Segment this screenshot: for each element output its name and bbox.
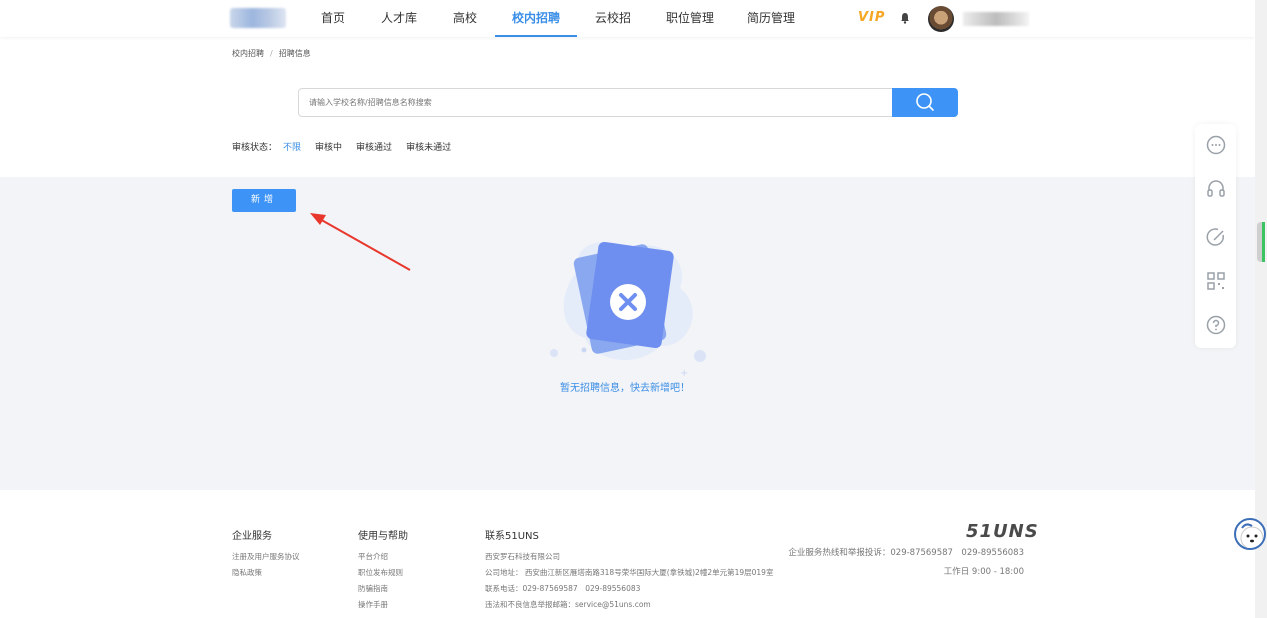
breadcrumb-item-recruit-info: 招聘信息 <box>278 49 311 58</box>
footer-link-privacy-policy[interactable]: 隐私政策 <box>232 567 262 578</box>
filter-option-all[interactable]: 不限 <box>283 143 301 153</box>
annotation-arrow-icon <box>310 213 411 271</box>
user-name[interactable] <box>963 12 1029 26</box>
filter-label: 审核状态： <box>232 143 278 153</box>
footer-link-anti-fraud[interactable]: 防骗指南 <box>358 583 388 594</box>
footer-company-name: 西安罗石科技有限公司 <box>485 552 560 561</box>
nav-item-cloud-recruit[interactable]: 云校招 <box>592 0 634 37</box>
empty-state-illustration: + <box>550 241 706 378</box>
footer-hotline: 企业服务热线和举报投诉：029-87569587 029-89556083 <box>788 548 1024 558</box>
brand-logo: 51UNS <box>966 521 1039 542</box>
side-toolbar <box>1195 124 1236 348</box>
filter-option-rejected[interactable]: 审核未通过 <box>406 143 451 153</box>
empty-state-text: 暂无招聘信息，快去新增吧！ <box>560 383 690 394</box>
qrcode-icon[interactable] <box>1205 270 1227 292</box>
footer-title-help: 使用与帮助 <box>358 531 408 542</box>
footer-company-address: 公司地址： 西安曲江新区雁塔南路318号荣华国际大厦(拿铁城)2幢2单元第19层… <box>485 568 774 577</box>
review-status-filter: 审核状态： 不限 审核中 审核通过 审核未通过 <box>232 140 465 153</box>
footer-title-enterprise-service: 企业服务 <box>232 531 272 542</box>
nav-item-universities[interactable]: 高校 <box>448 0 482 37</box>
top-nav: 首页 人才库 高校 校内招聘 云校招 职位管理 简历管理 VIP <box>0 0 1255 37</box>
help-icon[interactable] <box>1205 314 1227 336</box>
footer-phone: 联系电话：029-87569587 029-89556083 <box>485 584 641 593</box>
vip-badge[interactable]: VIP <box>858 10 885 25</box>
scroll-indicator <box>1262 222 1265 262</box>
avatar[interactable] <box>928 6 954 32</box>
headset-icon[interactable] <box>1205 178 1227 200</box>
breadcrumb-separator: / <box>270 49 273 58</box>
nav-item-talent-pool[interactable]: 人才库 <box>378 0 420 37</box>
filter-option-reviewing[interactable]: 审核中 <box>315 143 342 153</box>
logo[interactable] <box>230 8 286 28</box>
breadcrumb: 校内招聘 / 招聘信息 <box>232 48 311 59</box>
add-button[interactable]: 新增 <box>232 189 296 212</box>
chat-icon[interactable] <box>1205 134 1227 156</box>
edit-icon[interactable] <box>1205 226 1227 248</box>
search-button[interactable] <box>892 88 958 117</box>
footer-link-user-agreement[interactable]: 注册及用户服务协议 <box>232 551 300 562</box>
footer-report-email: 违法和不良信息举报邮箱：service@51uns.com <box>485 600 651 609</box>
mascot-chat-icon[interactable] <box>1234 518 1266 550</box>
bell-icon[interactable] <box>900 12 910 24</box>
nav-item-job-management[interactable]: 职位管理 <box>664 0 716 37</box>
search-icon <box>916 93 934 111</box>
nav-item-home[interactable]: 首页 <box>314 0 352 37</box>
footer-link-platform-intro[interactable]: 平台介绍 <box>358 551 388 562</box>
footer-title-contact: 联系51UNS <box>485 531 539 542</box>
search-input[interactable] <box>298 88 894 117</box>
footer-workday: 工作日 9:00 - 18:00 <box>943 567 1024 577</box>
svg-text:+: + <box>680 368 688 378</box>
nav-item-campus-recruit[interactable]: 校内招聘 <box>495 0 577 37</box>
breadcrumb-item-campus-recruit[interactable]: 校内招聘 <box>232 49 264 58</box>
footer-link-posting-rules[interactable]: 职位发布规则 <box>358 567 403 578</box>
filter-option-approved[interactable]: 审核通过 <box>356 143 392 153</box>
footer-link-manual[interactable]: 操作手册 <box>358 599 388 610</box>
nav-item-resume-management[interactable]: 简历管理 <box>745 0 797 37</box>
